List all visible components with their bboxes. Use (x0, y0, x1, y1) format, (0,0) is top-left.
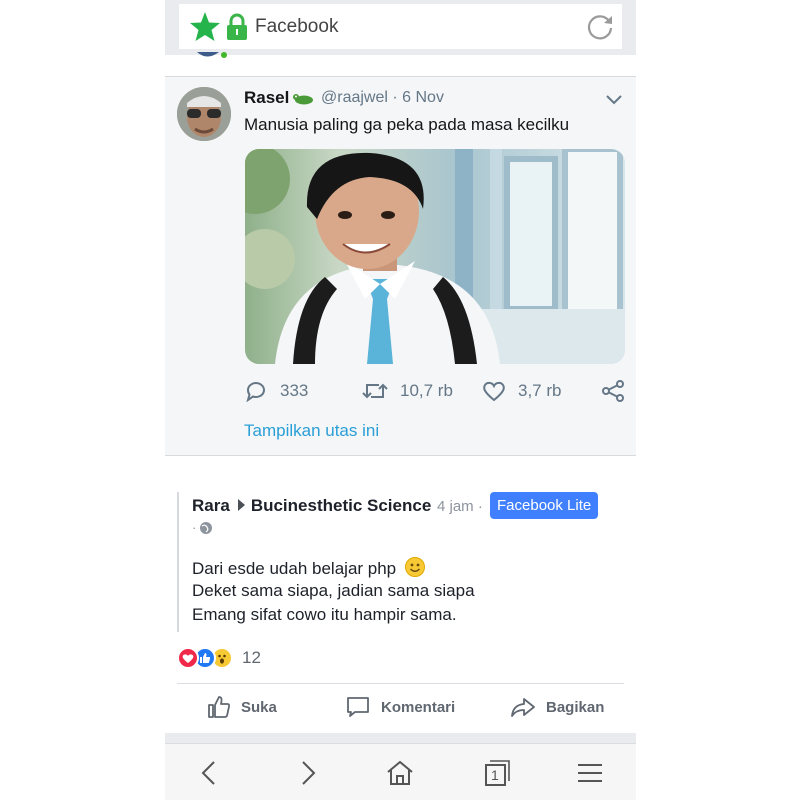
tweet-photo[interactable] (245, 149, 625, 364)
smile-emoji-icon (404, 557, 425, 577)
previous-post-avatar-edge (197, 52, 227, 58)
share-tweet-button[interactable] (601, 377, 636, 405)
avatar-image (177, 87, 231, 141)
love-reaction-icon (177, 647, 199, 669)
like-count: 3,7 rb (518, 381, 562, 400)
share-arrow-icon (511, 698, 535, 717)
reply-button[interactable]: 333 (244, 377, 308, 405)
comment-bubble-icon (347, 697, 369, 717)
post-timestamp[interactable]: 4 jam · (437, 498, 483, 515)
retweet-icon (362, 383, 388, 399)
like-button[interactable]: 3,7 rb (482, 377, 561, 405)
post-text-line-2: Deket sama siapa, jadian sama siapa (192, 581, 475, 600)
like-post-button[interactable]: Suka (207, 693, 277, 721)
tweet-author-name[interactable]: Rasel (244, 88, 289, 108)
like-post-label: Suka (241, 698, 277, 716)
post-group-name[interactable]: Bucinesthetic Science (251, 496, 431, 515)
frog-emoji-icon (293, 94, 313, 105)
tweet-handle-date[interactable]: @raajwel · 6 Nov (321, 89, 444, 107)
back-icon[interactable] (195, 758, 225, 788)
post-header: Rara Bucinesthetic Science (192, 496, 431, 516)
address-bar-container: Facebook (165, 0, 636, 58)
show-thread-link[interactable]: Tampilkan utas ini (244, 421, 379, 441)
reaction-count[interactable]: 12 (242, 648, 261, 668)
post-action-divider (177, 683, 624, 684)
address-bar[interactable]: Facebook (179, 4, 622, 49)
tweet-text: Manusia paling ga peka pada masa kecilku (244, 115, 570, 134)
retweet-button[interactable]: 10,7 rb (362, 377, 453, 405)
retweet-count: 10,7 rb (400, 381, 453, 400)
reply-icon (246, 382, 265, 402)
facebook-lite-badge: Facebook Lite (490, 492, 599, 519)
post-text-line-1: Dari esde udah belajar php (192, 557, 425, 579)
forward-icon[interactable] (292, 758, 322, 788)
reload-icon[interactable] (585, 12, 615, 42)
home-icon[interactable] (385, 758, 415, 788)
menu-icon[interactable] (575, 758, 605, 788)
tabs-count: 1 (491, 767, 499, 783)
tweet-action-bar: 333 10,7 rb 3,7 rb (244, 377, 629, 405)
tabs-button[interactable]: 1 (481, 758, 511, 788)
comment-button[interactable]: Komentari (345, 693, 455, 721)
arrow-right-icon (237, 499, 245, 511)
url-text[interactable]: Facebook (255, 16, 338, 38)
share-post-button[interactable]: Bagikan (510, 693, 604, 721)
feed-separator (165, 733, 636, 743)
reply-count: 333 (280, 381, 309, 400)
post-quote-bar (177, 492, 179, 632)
chevron-down-icon[interactable] (605, 90, 623, 108)
post-author-name[interactable]: Rara (192, 496, 230, 515)
privacy-row: · (192, 520, 213, 535)
share-label: Bagikan (546, 698, 605, 716)
embedded-tweet[interactable]: Rasel @raajwel · 6 Nov Manusia paling ga… (165, 76, 636, 456)
reaction-summary[interactable]: 12 (177, 646, 261, 670)
thumbs-up-icon (208, 696, 230, 718)
browser-viewport: Facebook Rasel @raajwel · 6 Nov Manusia … (165, 0, 636, 800)
photo-boy-in-uniform (245, 149, 625, 364)
tweet-avatar[interactable] (177, 87, 231, 141)
browser-bottom-bar: 1 (165, 743, 636, 800)
separator-dot: · (192, 520, 197, 535)
post-text-line-1-text: Dari esde udah belajar php (192, 559, 397, 578)
post-text-line-3: Emang sifat cowo itu hampir sama. (192, 605, 457, 624)
lock-icon (227, 13, 247, 40)
bookmark-star-icon[interactable] (189, 11, 221, 43)
globe-icon (200, 521, 213, 534)
heart-icon (483, 381, 505, 402)
screen: Facebook Rasel @raajwel · 6 Nov Manusia … (0, 0, 800, 800)
comment-label: Komentari (381, 698, 456, 716)
share-nodes-icon (602, 380, 624, 402)
